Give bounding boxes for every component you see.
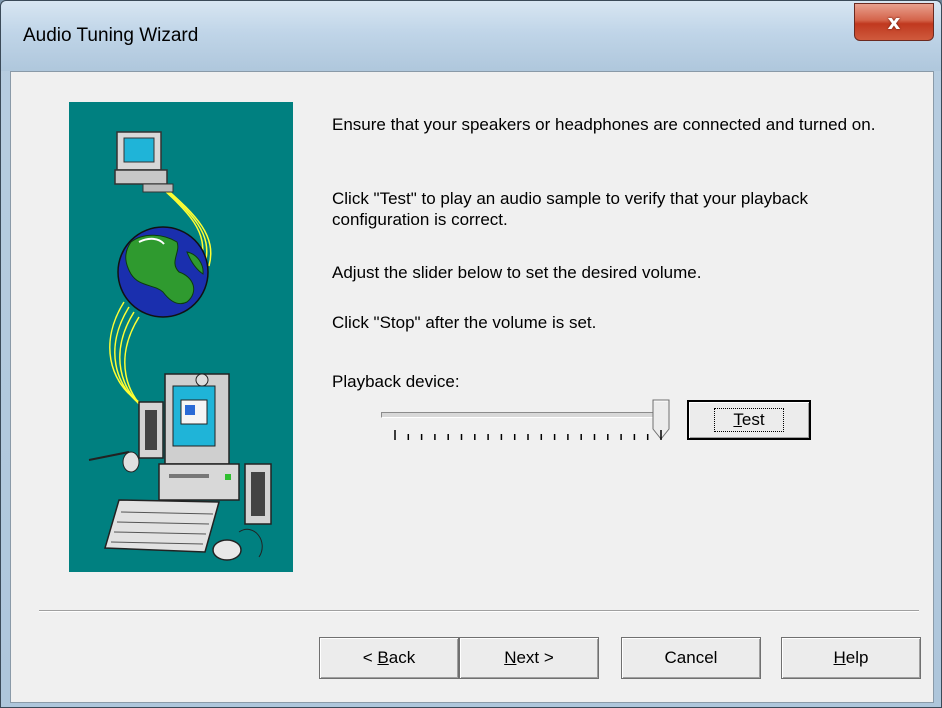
- instruction-test: Click "Test" to play an audio sample to …: [332, 189, 809, 229]
- instruction-connect: Ensure that your speakers or headphones …: [332, 115, 876, 134]
- instruction-stop: Click "Stop" after the volume is set.: [332, 313, 597, 332]
- instruction-adjust: Adjust the slider below to set the desir…: [332, 263, 702, 282]
- test-button-label: Test: [714, 408, 784, 432]
- playback-device-label: Playback device:: [332, 372, 460, 391]
- volume-slider[interactable]: [377, 398, 670, 462]
- next-button-label: Next >: [504, 648, 554, 667]
- cancel-button-label: Cancel: [664, 648, 718, 667]
- cancel-button[interactable]: Cancel: [621, 637, 761, 679]
- microphone-icon: [88, 451, 140, 473]
- title-bar[interactable]: Audio Tuning Wizard x: [1, 1, 941, 71]
- footer-separator: [39, 610, 919, 612]
- wizard-content: Ensure that your speakers or headphones …: [10, 71, 934, 703]
- audio-tuning-wizard-window: Audio Tuning Wizard x Ensure that your s…: [0, 0, 942, 708]
- help-button-label: Help: [833, 648, 869, 667]
- keyboard-icon: [104, 499, 220, 553]
- back-button-label: < Back: [362, 648, 416, 667]
- test-button[interactable]: Test: [687, 400, 811, 440]
- window-title: Audio Tuning Wizard: [23, 25, 199, 46]
- mouse-icon: [212, 529, 263, 561]
- close-icon: x: [887, 10, 901, 34]
- globe-icon: [117, 226, 209, 318]
- wizard-illustration: [69, 102, 293, 572]
- volume-slider-track[interactable]: [381, 412, 657, 418]
- help-button[interactable]: Help: [781, 637, 921, 679]
- close-button[interactable]: x: [854, 3, 934, 41]
- back-button[interactable]: < Back: [319, 637, 459, 679]
- next-button[interactable]: Next >: [459, 637, 599, 679]
- small-computer-icon: [114, 131, 174, 193]
- volume-slider-ticks: [394, 430, 662, 440]
- desktop-computer-icon: [158, 373, 240, 501]
